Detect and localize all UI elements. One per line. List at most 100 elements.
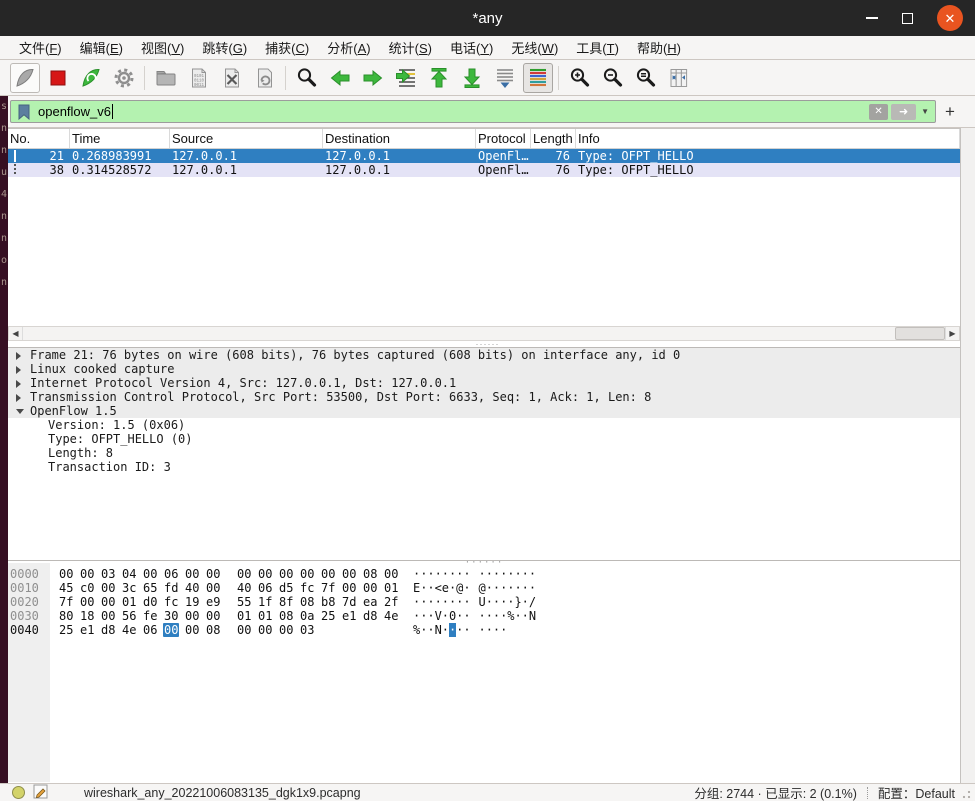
- menu-item-h[interactable]: 帮助(H): [628, 36, 690, 59]
- cell-no[interactable]: 21: [8, 149, 70, 163]
- expand-arrow-icon[interactable]: [16, 394, 21, 402]
- hex-byte[interactable]: 40: [236, 581, 257, 595]
- column-header-protocol[interactable]: Protocol: [476, 129, 531, 148]
- ascii-char[interactable]: ·: [514, 581, 521, 595]
- ascii-char[interactable]: ·: [456, 609, 463, 623]
- hex-byte[interactable]: 1f: [257, 595, 278, 609]
- hex-byte[interactable]: 00: [236, 623, 257, 637]
- hex-byte[interactable]: d5: [278, 581, 299, 595]
- ascii-char[interactable]: ·: [507, 581, 514, 595]
- ascii-char[interactable]: /: [529, 595, 536, 609]
- ascii-char[interactable]: U: [479, 595, 486, 609]
- last-packet-button[interactable]: [457, 63, 487, 93]
- hex-byte[interactable]: 08: [278, 609, 299, 623]
- zoom-original-button[interactable]: [631, 63, 661, 93]
- file-save-button[interactable]: 0101 0110 0011: [184, 63, 214, 93]
- ascii-char[interactable]: ·: [486, 567, 493, 581]
- menu-item-g[interactable]: 跳转(G): [193, 36, 256, 59]
- hex-byte[interactable]: fc: [299, 581, 320, 595]
- filter-bookmark-icon[interactable]: [15, 103, 33, 120]
- ascii-char[interactable]: ·: [449, 567, 456, 581]
- ascii-char[interactable]: ·: [413, 609, 420, 623]
- cell-time[interactable]: 0.314528572: [70, 163, 170, 177]
- hex-byte[interactable]: 06: [142, 623, 163, 637]
- hex-byte[interactable]: 00: [236, 567, 257, 581]
- ascii-char[interactable]: ·: [529, 581, 536, 595]
- hex-byte[interactable]: d0: [142, 595, 163, 609]
- ascii-char[interactable]: ·: [456, 595, 463, 609]
- filter-add-button[interactable]: +: [945, 102, 955, 122]
- menu-item-w[interactable]: 无线(W): [502, 36, 567, 59]
- hex-byte[interactable]: 7f: [320, 581, 341, 595]
- ascii-char[interactable]: ·: [463, 567, 470, 581]
- hex-byte[interactable]: fc: [163, 595, 184, 609]
- hex-byte[interactable]: 40: [184, 581, 205, 595]
- hex-byte[interactable]: 03: [299, 623, 320, 637]
- hex-byte[interactable]: 65: [142, 581, 163, 595]
- hex-byte[interactable]: 00: [100, 595, 121, 609]
- ascii-char[interactable]: ·: [420, 623, 427, 637]
- ascii-char[interactable]: ·: [442, 595, 449, 609]
- go-to-packet-button[interactable]: [391, 63, 421, 93]
- ascii-char[interactable]: ·: [493, 623, 500, 637]
- hex-byte[interactable]: 08: [362, 567, 383, 581]
- hex-byte[interactable]: 00: [320, 567, 341, 581]
- ascii-char[interactable]: ·: [427, 609, 434, 623]
- scroll-left-icon[interactable]: ◀: [9, 327, 23, 340]
- hex-byte[interactable]: 55: [236, 595, 257, 609]
- hex-byte[interactable]: e1: [341, 609, 362, 623]
- ascii-char[interactable]: ·: [493, 567, 500, 581]
- menu-item-y[interactable]: 电话(Y): [441, 36, 502, 59]
- file-open-button[interactable]: [151, 63, 181, 93]
- menu-item-t[interactable]: 工具(T): [567, 36, 628, 59]
- detail-row[interactable]: Transaction ID: 3: [8, 460, 960, 474]
- ascii-char[interactable]: ·: [493, 609, 500, 623]
- hex-byte[interactable]: 7f: [58, 595, 79, 609]
- detail-row[interactable]: Frame 21: 76 bytes on wire (608 bits), 7…: [8, 348, 960, 362]
- ascii-char[interactable]: ·: [435, 595, 442, 609]
- ascii-char[interactable]: ·: [442, 567, 449, 581]
- collapse-arrow-icon[interactable]: [16, 409, 24, 414]
- ascii-char[interactable]: ·: [522, 581, 529, 595]
- ascii-char[interactable]: ·: [500, 609, 507, 623]
- hex-byte[interactable]: b8: [320, 595, 341, 609]
- hex-byte[interactable]: 00: [205, 609, 226, 623]
- splitter-grip-2[interactable]: ······: [8, 559, 960, 568]
- ascii-char[interactable]: ·: [522, 567, 529, 581]
- hex-byte[interactable]: 00: [257, 567, 278, 581]
- filter-dropdown-icon[interactable]: ▼: [919, 107, 931, 116]
- hex-byte[interactable]: 04: [121, 567, 142, 581]
- menu-item-a[interactable]: 分析(A): [318, 36, 379, 59]
- find-packet-button[interactable]: [292, 63, 322, 93]
- cell-src[interactable]: 127.0.0.1: [170, 149, 323, 163]
- hex-byte[interactable]: d8: [100, 623, 121, 637]
- detail-row[interactable]: OpenFlow 1.5: [8, 404, 960, 418]
- hex-byte[interactable]: 00: [163, 623, 184, 637]
- hex-byte[interactable]: 00: [79, 595, 100, 609]
- capture-comment-icon[interactable]: [33, 784, 48, 802]
- menu-item-c[interactable]: 捕获(C): [256, 36, 318, 59]
- filter-text[interactable]: openflow_v6: [38, 104, 111, 119]
- profile-label[interactable]: 配置：Default: [878, 783, 955, 802]
- ascii-char[interactable]: V: [435, 609, 442, 623]
- ascii-char[interactable]: ·: [479, 609, 486, 623]
- detail-row[interactable]: Type: OFPT_HELLO (0): [8, 432, 960, 446]
- hex-byte[interactable]: 0a: [299, 609, 320, 623]
- ascii-char[interactable]: ·: [500, 581, 507, 595]
- maximize-icon[interactable]: [902, 12, 913, 24]
- ascii-char[interactable]: ·: [420, 567, 427, 581]
- ascii-char[interactable]: ·: [522, 595, 529, 609]
- ascii-char[interactable]: ·: [413, 567, 420, 581]
- ascii-char[interactable]: ·: [448, 623, 456, 637]
- hex-byte[interactable]: 56: [121, 609, 142, 623]
- cell-no[interactable]: 38: [8, 163, 70, 177]
- hex-byte[interactable]: 00: [278, 623, 299, 637]
- hex-byte[interactable]: 06: [163, 567, 184, 581]
- ascii-char[interactable]: ·: [427, 623, 434, 637]
- expand-arrow-icon[interactable]: [16, 366, 21, 374]
- filter-clear-icon[interactable]: ✕: [869, 103, 889, 120]
- menu-item-f[interactable]: 文件(F): [10, 36, 71, 59]
- first-packet-button[interactable]: [424, 63, 454, 93]
- hex-byte[interactable]: 00: [299, 567, 320, 581]
- ascii-char[interactable]: N: [529, 609, 536, 623]
